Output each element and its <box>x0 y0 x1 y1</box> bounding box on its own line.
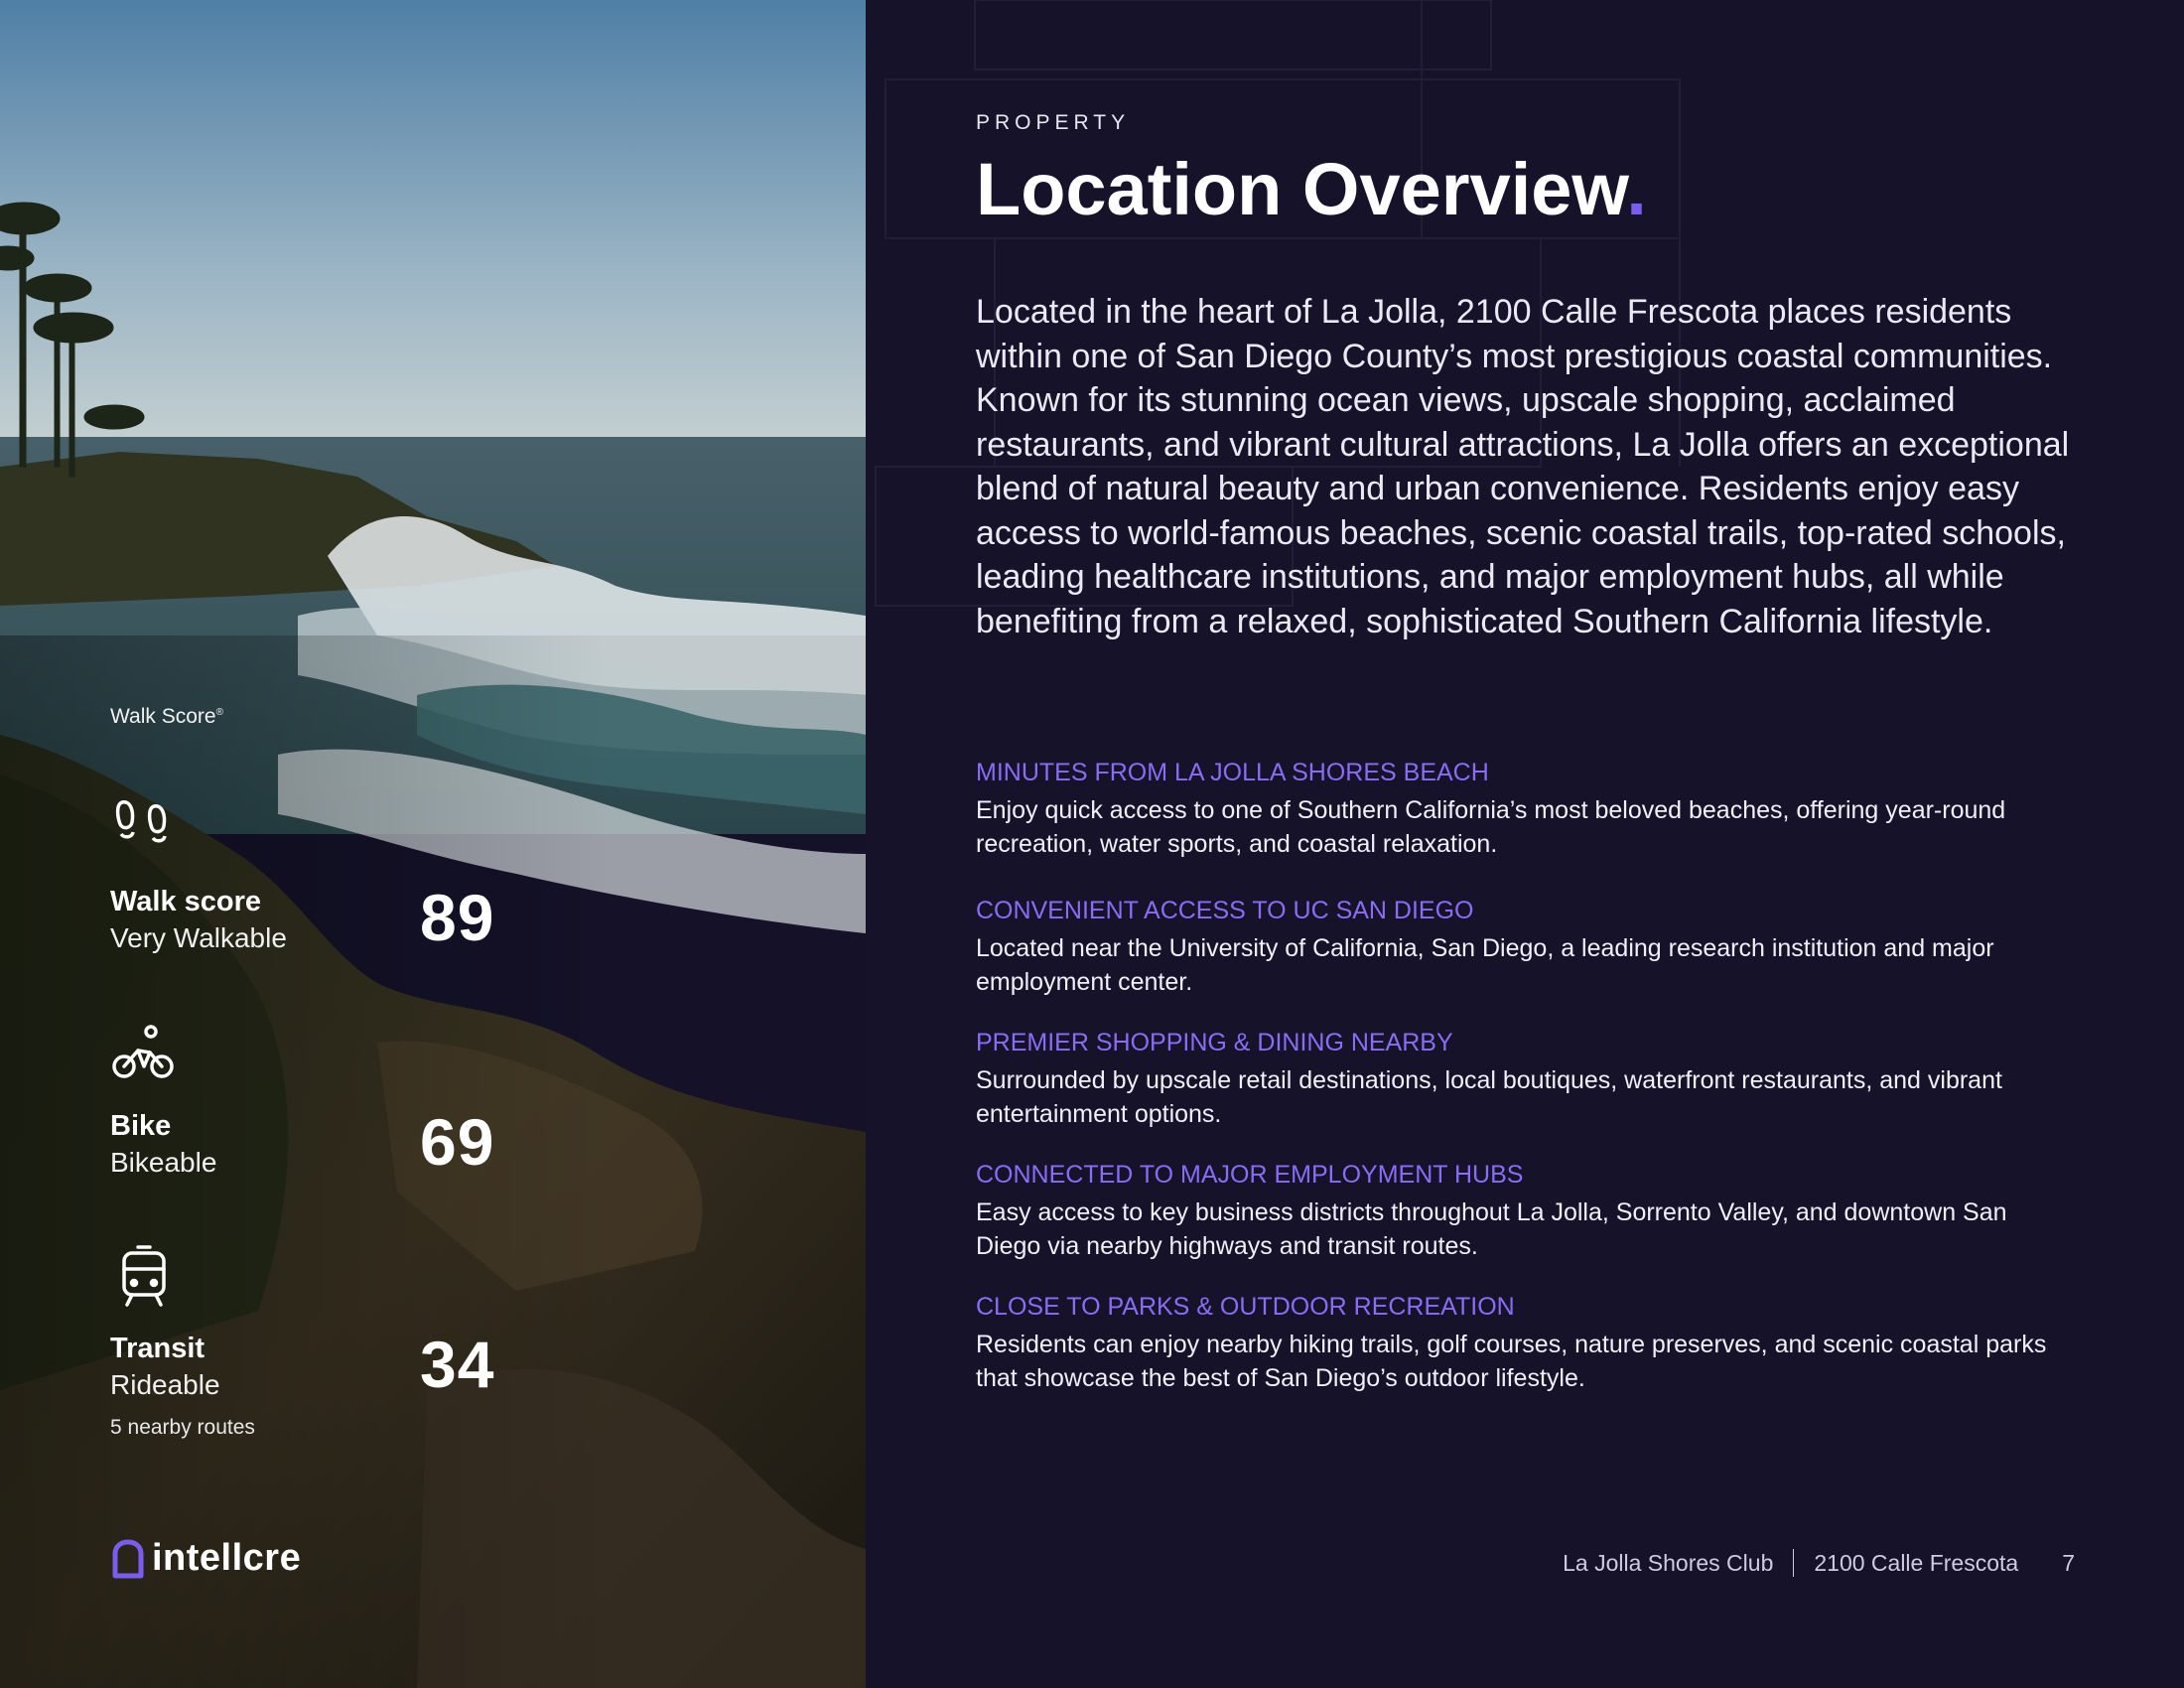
walk-score-heading-text: Walk Score <box>110 705 216 728</box>
feature-ucsd: CONVENIENT ACCESS TO UC SAN DIEGO Locate… <box>976 895 2078 999</box>
transit-score-title: Transit <box>110 1333 205 1364</box>
feature-body: Located near the University of Californi… <box>976 934 1994 996</box>
walk-score-value: 89 <box>420 881 495 954</box>
coastal-photo: Walk Score® Walk score Very Walkable 89 <box>0 0 866 1688</box>
footer-property-name: La Jolla Shores Club <box>1563 1549 1774 1576</box>
bike-score-block: Bike Bikeable 69 <box>110 1023 527 1201</box>
footprints-icon <box>110 794 178 862</box>
page: Walk Score® Walk score Very Walkable 89 <box>0 0 2184 1688</box>
bike-score-value: 69 <box>420 1105 495 1179</box>
feature-heading: CONVENIENT ACCESS TO UC SAN DIEGO <box>976 897 1474 924</box>
logo-text: intellcre <box>152 1537 302 1579</box>
feature-heading: CONNECTED TO MAJOR EMPLOYMENT HUBS <box>976 1161 1524 1189</box>
intellcre-logo: intellcre <box>110 1537 301 1580</box>
bike-score-title: Bike <box>110 1110 172 1142</box>
tram-icon <box>110 1243 178 1311</box>
feature-beach: MINUTES FROM LA JOLLA SHORES BEACH Enjoy… <box>976 757 2078 861</box>
footer-address: 2100 Calle Frescota <box>1814 1549 2019 1576</box>
section-eyebrow: PROPERTY <box>976 111 1131 134</box>
transit-score-subtitle: Rideable <box>110 1369 220 1400</box>
feature-body: Surrounded by upscale retail destination… <box>976 1066 2002 1128</box>
bike-score-subtitle: Bikeable <box>110 1147 217 1178</box>
walk-score-title: Walk score <box>110 886 262 917</box>
feature-heading: CLOSE TO PARKS & OUTDOOR RECREATION <box>976 1293 1515 1321</box>
page-title: Location Overview. <box>976 147 1647 231</box>
feature-body: Enjoy quick access to one of Southern Ca… <box>976 796 2006 858</box>
feature-parks: CLOSE TO PARKS & OUTDOOR RECREATION Resi… <box>976 1291 2078 1395</box>
feature-employment: CONNECTED TO MAJOR EMPLOYMENT HUBS Easy … <box>976 1159 2078 1263</box>
walk-score-heading: Walk Score® <box>110 705 223 729</box>
transit-routes-note: 5 nearby routes <box>110 1416 255 1439</box>
page-number: 7 <box>2062 1549 2075 1576</box>
walk-score-block: Walk score Very Walkable 89 <box>110 794 527 973</box>
footer-divider <box>1793 1549 1795 1577</box>
house-outline-icon <box>112 1539 144 1578</box>
walk-score-subtitle: Very Walkable <box>110 922 287 953</box>
page-footer: La Jolla Shores Club 2100 Calle Frescota… <box>1563 1549 2075 1577</box>
transit-score-block: Transit Rideable 34 5 nearby routes <box>110 1243 527 1452</box>
transit-score-value: 34 <box>420 1328 495 1401</box>
bicycle-icon <box>110 1023 178 1090</box>
content-panel: PROPERTY Location Overview. Located in t… <box>866 0 2184 1688</box>
feature-heading: MINUTES FROM LA JOLLA SHORES BEACH <box>976 759 1489 786</box>
registered-mark: ® <box>215 707 223 718</box>
feature-shopping: PREMIER SHOPPING & DINING NEARBY Surroun… <box>976 1027 2078 1131</box>
intro-paragraph: Located in the heart of La Jolla, 2100 C… <box>976 293 2070 640</box>
feature-body: Residents can enjoy nearby hiking trails… <box>976 1331 2047 1392</box>
title-accent-dot: . <box>1626 148 1647 230</box>
page-title-text: Location Overview <box>976 148 1627 230</box>
feature-heading: PREMIER SHOPPING & DINING NEARBY <box>976 1029 1453 1056</box>
feature-body: Easy access to key business districts th… <box>976 1198 2007 1260</box>
